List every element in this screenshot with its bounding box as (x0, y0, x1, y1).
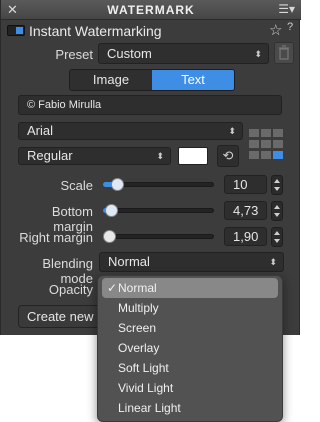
bottom-margin-stepper[interactable] (271, 201, 283, 221)
right-margin-slider-handle[interactable] (103, 230, 116, 243)
select-arrows-icon: ⬍ (156, 151, 164, 161)
right-margin-input[interactable]: 1,90 (224, 227, 267, 246)
menu-item-multiply[interactable]: Multiply (98, 298, 282, 318)
create-preset-label: Create new p (27, 309, 105, 324)
right-margin-slider-track[interactable] (103, 234, 214, 239)
header-title: Instant Watermarking (29, 23, 162, 39)
font-color-swatch[interactable] (178, 147, 208, 165)
position-cell[interactable] (249, 151, 259, 159)
position-grid (249, 129, 283, 159)
checkmark-icon: ✓ (107, 281, 118, 295)
tab-image[interactable]: Image (70, 70, 152, 90)
tab-text[interactable]: Text (152, 70, 234, 90)
watermark-text-input[interactable]: © Fabio Mirulla (18, 95, 282, 115)
menu-item-screen[interactable]: Screen (98, 318, 282, 338)
blending-mode-menu: ✓ Normal Multiply Screen Overlay Soft Li… (97, 275, 283, 422)
font-style-value: Regular (27, 148, 73, 163)
position-cell[interactable] (261, 129, 271, 137)
enable-toggle[interactable] (7, 25, 25, 36)
bottom-margin-slider-handle[interactable] (105, 204, 118, 217)
font-style-select[interactable]: Regular ⬍ (18, 147, 171, 165)
scale-stepper[interactable] (271, 175, 283, 195)
title-bar: ✕ WATERMARK ☰▾ (1, 0, 301, 20)
position-cell[interactable] (249, 140, 259, 148)
position-cell[interactable] (273, 140, 283, 148)
scale-value: 10 (233, 177, 248, 192)
bottom-margin-value: 4,73 (233, 203, 259, 218)
font-family-value: Arial (27, 123, 54, 138)
select-arrows-icon: ⬍ (228, 126, 236, 136)
menu-item-normal[interactable]: ✓ Normal (102, 278, 278, 298)
scale-label: Scale (60, 178, 93, 193)
bottom-margin-input[interactable]: 4,73 (224, 201, 267, 220)
right-margin-label: Right margin (19, 230, 93, 245)
right-margin-value: 1,90 (233, 229, 259, 244)
watermark-text-value: © Fabio Mirulla (27, 99, 102, 111)
panel-menu-icon[interactable]: ☰▾ (278, 2, 295, 16)
position-cell[interactable] (261, 140, 271, 148)
trash-icon[interactable] (274, 42, 294, 64)
right-margin-stepper[interactable] (271, 227, 283, 247)
preset-value: Custom (107, 46, 152, 61)
preset-select[interactable]: Custom ⬍ (98, 43, 269, 64)
menu-item-soft-light[interactable]: Soft Light (98, 358, 282, 378)
select-arrows-icon: ⬍ (269, 257, 277, 267)
menu-item-vivid-light[interactable]: Vivid Light (98, 378, 282, 398)
font-family-select[interactable]: Arial ⬍ (18, 122, 243, 140)
position-cell-selected[interactable] (273, 151, 283, 159)
position-cell[interactable] (249, 129, 259, 137)
preset-label: Preset (55, 47, 93, 62)
opacity-label: Opacity (48, 282, 93, 297)
blending-mode-select[interactable]: Normal ⬍ (99, 252, 284, 272)
reset-color-icon[interactable]: ⟲ (217, 145, 239, 167)
select-arrows-icon: ⬍ (254, 49, 262, 59)
scale-slider-handle[interactable] (111, 178, 124, 191)
blending-mode-value: Normal (108, 254, 150, 269)
menu-item-linear-light[interactable]: Linear Light (98, 398, 282, 418)
mode-tabs: Image Text (69, 69, 235, 91)
menu-item-overlay[interactable]: Overlay (98, 338, 282, 358)
bottom-margin-slider-track[interactable] (103, 208, 214, 213)
panel-title: WATERMARK (107, 3, 195, 17)
position-cell[interactable] (261, 151, 271, 159)
favorite-star-icon[interactable]: ☆ (269, 21, 282, 39)
scale-input[interactable]: 10 (224, 175, 267, 194)
position-cell[interactable] (273, 129, 283, 137)
help-icon[interactable]: ? (284, 21, 296, 35)
